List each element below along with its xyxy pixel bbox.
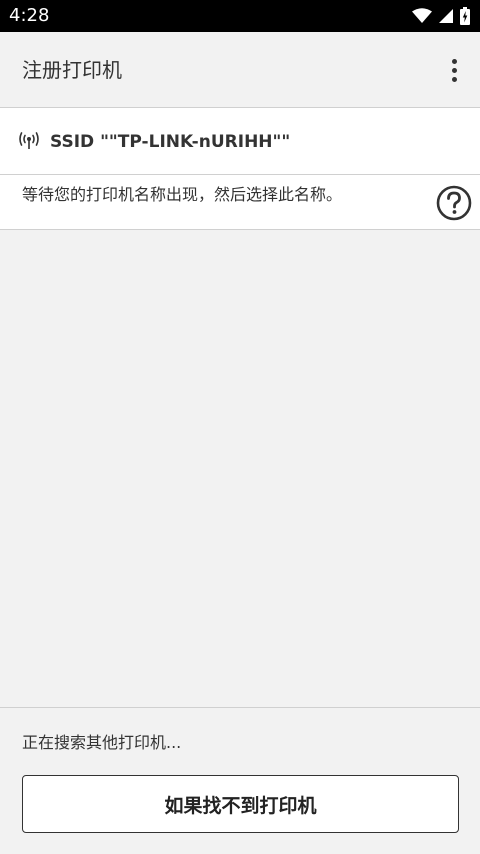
cant-find-printer-button[interactable]: 如果找不到打印机 xyxy=(22,775,459,833)
screen: 4:28 注册打印机 SSID ""TP-LINK-nURIHH"" 等待您的打… xyxy=(0,0,480,854)
instruction-text: 等待您的打印机名称出现，然后选择此名称。 xyxy=(22,185,343,204)
status-icons xyxy=(412,6,470,26)
ssid-label: SSID ""TP-LINK-nURIHH"" xyxy=(50,132,291,152)
instruction-row: 等待您的打印机名称出现，然后选择此名称。 xyxy=(0,175,480,230)
status-time: 4:28 xyxy=(9,5,50,26)
app-bar: 注册打印机 xyxy=(0,32,480,108)
help-circle-icon[interactable] xyxy=(436,185,472,221)
more-options-button[interactable] xyxy=(442,54,466,86)
wifi-icon xyxy=(412,8,432,23)
battery-icon xyxy=(460,7,470,25)
cell-signal-icon xyxy=(439,9,453,23)
bottom-panel: 正在搜索其他打印机... 如果找不到打印机 xyxy=(0,707,480,854)
searching-status-text: 正在搜索其他打印机... xyxy=(22,733,182,752)
page-title: 注册打印机 xyxy=(22,58,122,82)
wireless-antenna-icon xyxy=(19,132,39,149)
more-vertical-icon-dot xyxy=(451,76,457,82)
more-vertical-icon xyxy=(451,58,457,64)
status-bar: 4:28 xyxy=(0,0,480,32)
more-vertical-icon-dot xyxy=(451,67,457,73)
ssid-row: SSID ""TP-LINK-nURIHH"" xyxy=(0,108,480,175)
printer-list xyxy=(0,230,480,707)
